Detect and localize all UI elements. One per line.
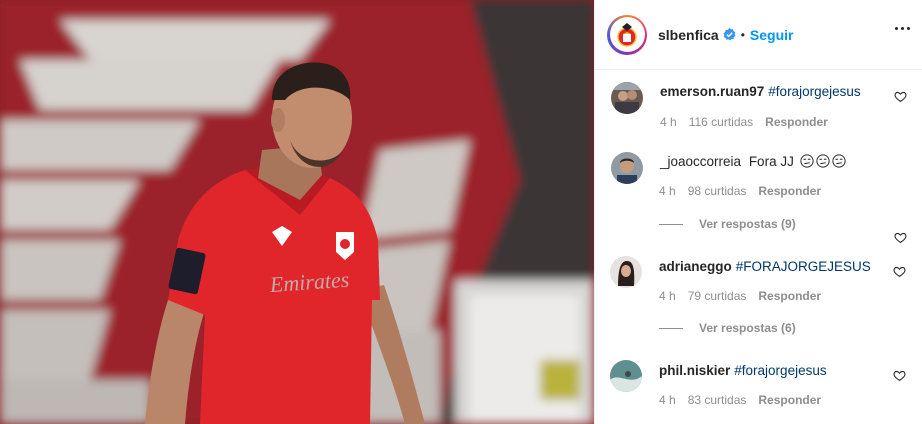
view-replies-button[interactable]: Ver respostas (6) (659, 321, 796, 335)
comment-avatar[interactable] (611, 82, 643, 114)
comment-hashtag[interactable]: #forajorgejesus (768, 84, 860, 99)
heart-icon[interactable] (893, 265, 906, 278)
comment-text: Fora JJ (748, 154, 794, 169)
view-replies-label[interactable]: Ver respostas (9) (699, 217, 796, 231)
comment-hashtag[interactable]: #forajorgejesus (734, 363, 826, 378)
comment-time[interactable]: 4 h (659, 289, 676, 303)
comment-username[interactable]: emerson.ruan97 (660, 84, 764, 99)
comment-username[interactable]: phil.niskier (659, 363, 730, 378)
comment-likes[interactable]: 116 curtidas (689, 115, 753, 129)
heart-icon[interactable] (894, 231, 907, 244)
comment-likes[interactable]: 98 curtidas (688, 184, 747, 198)
account-avatar[interactable] (607, 14, 647, 55)
view-replies-button[interactable]: Ver respostas (9) (659, 217, 796, 231)
unamused-face-emoji (799, 154, 814, 168)
post-photo[interactable]: Emirates (0, 0, 594, 424)
post-header: slbenfica • Seguir (595, 0, 922, 70)
comment-time[interactable]: 4 h (659, 184, 676, 198)
comment-username[interactable]: adrianeggo (659, 259, 732, 274)
reply-button[interactable]: Responder (758, 393, 821, 407)
player-figure: Emirates (145, 62, 425, 424)
comment-likes[interactable]: 83 curtidas (688, 393, 747, 407)
comment-time[interactable]: 4 h (659, 393, 676, 407)
view-replies-label[interactable]: Ver respostas (6) (699, 321, 796, 335)
comment-hashtag[interactable]: #FORAJORGEJESUS (736, 259, 871, 274)
comment-avatar[interactable] (611, 152, 643, 184)
comment-time[interactable]: 4 h (660, 115, 677, 129)
reply-button[interactable]: Responder (758, 289, 821, 303)
reply-button[interactable]: Responder (758, 184, 821, 198)
heart-icon[interactable] (894, 90, 907, 103)
account-username[interactable]: slbenfica (658, 27, 719, 43)
comment-username[interactable]: _joaoccorreia (660, 154, 741, 169)
post-side-panel: slbenfica • Seguir emerson.ruan97 #forajo… (594, 0, 922, 424)
comment-likes[interactable]: 79 curtidas (688, 289, 747, 303)
follow-button[interactable]: Seguir (750, 27, 794, 43)
heart-icon[interactable] (893, 369, 906, 382)
verified-badge-icon (723, 28, 736, 41)
unamused-face-emoji (815, 154, 830, 168)
benfica-crest-icon (617, 22, 637, 47)
header-separator: • (740, 27, 745, 42)
unamused-face-emoji (831, 154, 846, 168)
more-options-icon[interactable] (895, 27, 910, 30)
reply-button[interactable]: Responder (765, 115, 828, 129)
